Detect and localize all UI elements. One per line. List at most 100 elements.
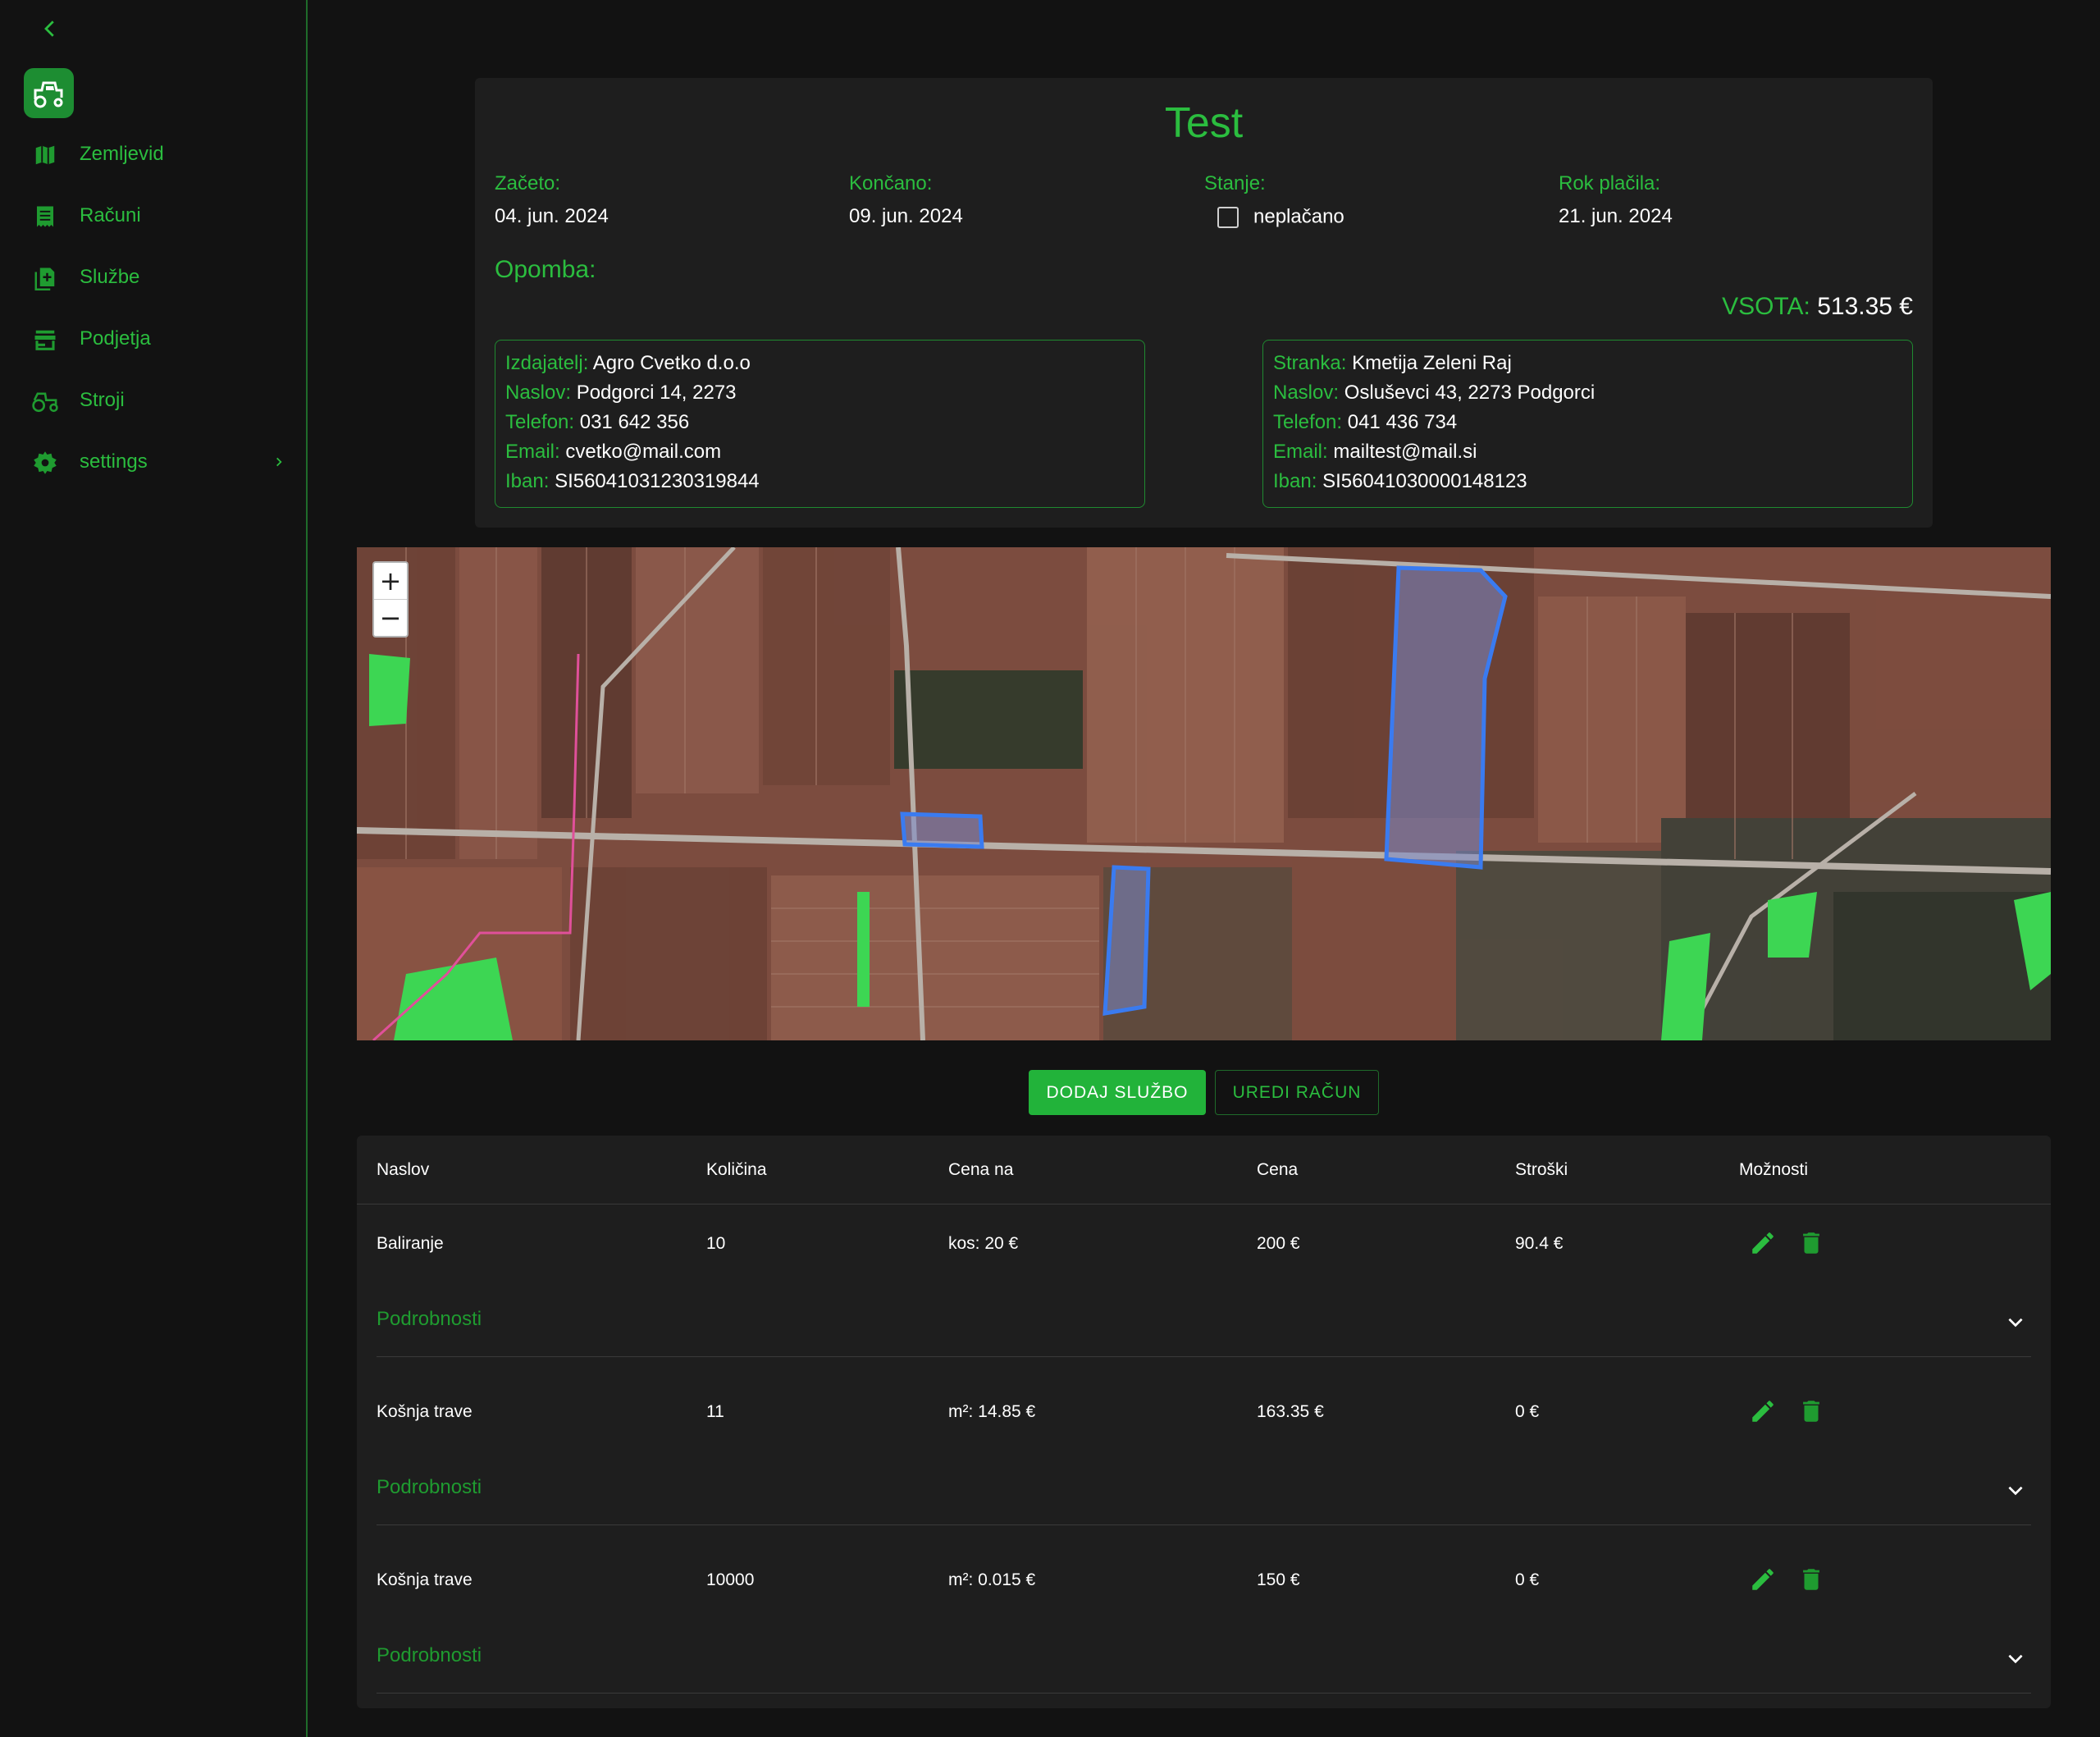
row-unit-price: m²: 14.85 € (948, 1402, 1036, 1421)
edit-invoice-button[interactable]: UREDI RAČUN (1215, 1070, 1379, 1115)
paid-checkbox[interactable]: neplačano (1204, 205, 1344, 228)
header-options: Možnosti (1739, 1160, 1809, 1179)
issuer-address: Naslov: Podgorci 14, 2273 (505, 378, 1134, 408)
add-document-icon (34, 267, 55, 290)
issuer-email-value: cvetko@mail.com (565, 441, 722, 463)
sidebar-item-label: Podjetja (80, 327, 151, 350)
client-iban-label: Iban: (1273, 470, 1317, 492)
issuer-iban: Iban: SI56041031230319844 (505, 467, 1134, 496)
row-details-toggle[interactable]: Podrobnosti (377, 1644, 482, 1667)
row-unit-price: kos: 20 € (948, 1234, 1019, 1253)
sidebar-item-label: Zemljevid (80, 143, 164, 165)
tractor-icon (32, 392, 58, 413)
satellite-map-image (357, 547, 2051, 1040)
finished-value: 09. jun. 2024 (849, 205, 963, 227)
row-costs: 90.4 € (1515, 1234, 1564, 1253)
row-details-toggle[interactable]: Podrobnosti (377, 1476, 482, 1499)
client-email-label: Email: (1273, 441, 1328, 463)
invoice-card: Test Začeto: 04. jun. 2024 Končano: 09. … (475, 78, 1933, 528)
sidebar-item-sluzbe[interactable]: Službe (0, 246, 306, 308)
table-row: Baliranje 10 kos: 20 € 200 € 90.4 € Podr… (357, 1204, 2051, 1373)
add-service-button[interactable]: DODAJ SLUŽBO (1029, 1070, 1206, 1115)
sidebar-item-racuni[interactable]: Računi (0, 185, 306, 246)
row-price: 163.35 € (1257, 1402, 1324, 1421)
row-quantity: 11 (706, 1402, 724, 1421)
issuer-name-label: Izdajatelj: (505, 352, 589, 374)
status-label: Stanje: (1204, 172, 1266, 194)
collapse-sidebar-button[interactable] (38, 16, 62, 41)
client-email: Email: mailtest@mail.si (1273, 437, 1902, 467)
delete-icon[interactable] (1797, 1566, 1825, 1593)
client-name-value: Kmetija Zeleni Raj (1352, 352, 1512, 374)
sidebar-item-label: Stroji (80, 389, 125, 411)
sidebar-item-label: Službe (80, 266, 140, 288)
services-table: Naslov Količina Cena na Cena Stroški Mož… (357, 1136, 2051, 1708)
row-price: 150 € (1257, 1570, 1300, 1589)
sidebar: Zemljevid Računi Službe Podjetja Stroji … (0, 0, 308, 1737)
sidebar-nav: Zemljevid Računi Službe Podjetja Stroji … (0, 123, 306, 492)
header-title: Naslov (377, 1160, 430, 1179)
client-name-label: Stranka: (1273, 352, 1347, 374)
row-divider (377, 1693, 2031, 1694)
due-field: Rok plačila: 21. jun. 2024 (1559, 172, 1673, 228)
field-map[interactable]: + − (357, 547, 2051, 1040)
client-phone: Telefon: 041 436 734 (1273, 408, 1902, 437)
chevron-down-icon[interactable] (2005, 1479, 2026, 1501)
issuer-name: Izdajatelj: Agro Cvetko d.o.o (505, 349, 1134, 378)
due-value: 21. jun. 2024 (1559, 205, 1673, 227)
total-value: 513.35 € (1817, 293, 1913, 320)
due-label: Rok plačila: (1559, 172, 1661, 194)
chevron-down-icon[interactable] (2005, 1648, 2026, 1669)
chevron-right-icon (276, 457, 282, 467)
row-costs: 0 € (1515, 1402, 1540, 1421)
delete-icon[interactable] (1797, 1229, 1825, 1257)
row-title: Košnja trave (377, 1402, 472, 1421)
client-box: Stranka: Kmetija Zeleni Raj Naslov: Oslu… (1262, 340, 1913, 508)
row-divider (377, 1356, 2031, 1357)
edit-icon[interactable] (1749, 1566, 1777, 1593)
table-header: Naslov Količina Cena na Cena Stroški Mož… (357, 1136, 2051, 1204)
edit-icon[interactable] (1749, 1229, 1777, 1257)
app-logo[interactable] (24, 68, 74, 118)
sidebar-item-zemljevid[interactable]: Zemljevid (0, 123, 306, 185)
map-icon (35, 145, 55, 165)
started-value: 04. jun. 2024 (495, 205, 609, 227)
issuer-phone: Telefon: 031 642 356 (505, 408, 1134, 437)
client-phone-value: 041 436 734 (1347, 411, 1458, 433)
sidebar-item-podjetja[interactable]: Podjetja (0, 308, 306, 369)
issuer-iban-label: Iban: (505, 470, 550, 492)
table-row: Košnja trave 11 m²: 14.85 € 163.35 € 0 €… (357, 1373, 2051, 1541)
zoom-out-button[interactable]: − (374, 600, 407, 637)
sidebar-item-settings[interactable]: settings (0, 431, 306, 492)
gear-icon (34, 451, 57, 474)
client-iban-value: SI56041030000148123 (1322, 470, 1527, 492)
header-unit-price: Cena na (948, 1160, 1014, 1179)
row-divider (377, 1524, 2031, 1525)
total-label: VSOTA: (1722, 293, 1810, 320)
chevron-down-icon[interactable] (2005, 1311, 2026, 1332)
header-price: Cena (1257, 1160, 1299, 1179)
issuer-phone-value: 031 642 356 (579, 411, 690, 433)
edit-icon[interactable] (1749, 1397, 1777, 1425)
chevron-left-icon (44, 21, 54, 37)
issuer-name-value: Agro Cvetko d.o.o (592, 352, 751, 374)
status-value: neplačano (1253, 205, 1344, 228)
delete-icon[interactable] (1797, 1397, 1825, 1425)
zoom-in-button[interactable]: + (374, 563, 407, 600)
issuer-email-label: Email: (505, 441, 560, 463)
row-details-toggle[interactable]: Podrobnosti (377, 1308, 482, 1331)
issuer-box: Izdajatelj: Agro Cvetko d.o.o Naslov: Po… (495, 340, 1145, 508)
issuer-address-value: Podgorci 14, 2273 (576, 382, 737, 404)
row-quantity: 10 (706, 1234, 726, 1253)
table-row: Košnja trave 10000 m²: 0.015 € 150 € 0 €… (357, 1541, 2051, 1709)
sidebar-item-stroji[interactable]: Stroji (0, 369, 306, 431)
zoom-control: + − (372, 561, 409, 638)
invoice-title: Test (1164, 99, 1244, 147)
status-field: Stanje: neplačano (1204, 172, 1344, 229)
row-title: Košnja trave (377, 1570, 472, 1589)
checkbox-square[interactable] (1217, 206, 1239, 228)
issuer-email: Email: cvetko@mail.com (505, 437, 1134, 467)
receipt-icon (37, 206, 53, 227)
row-price: 200 € (1257, 1234, 1300, 1253)
header-quantity: Količina (706, 1160, 767, 1179)
